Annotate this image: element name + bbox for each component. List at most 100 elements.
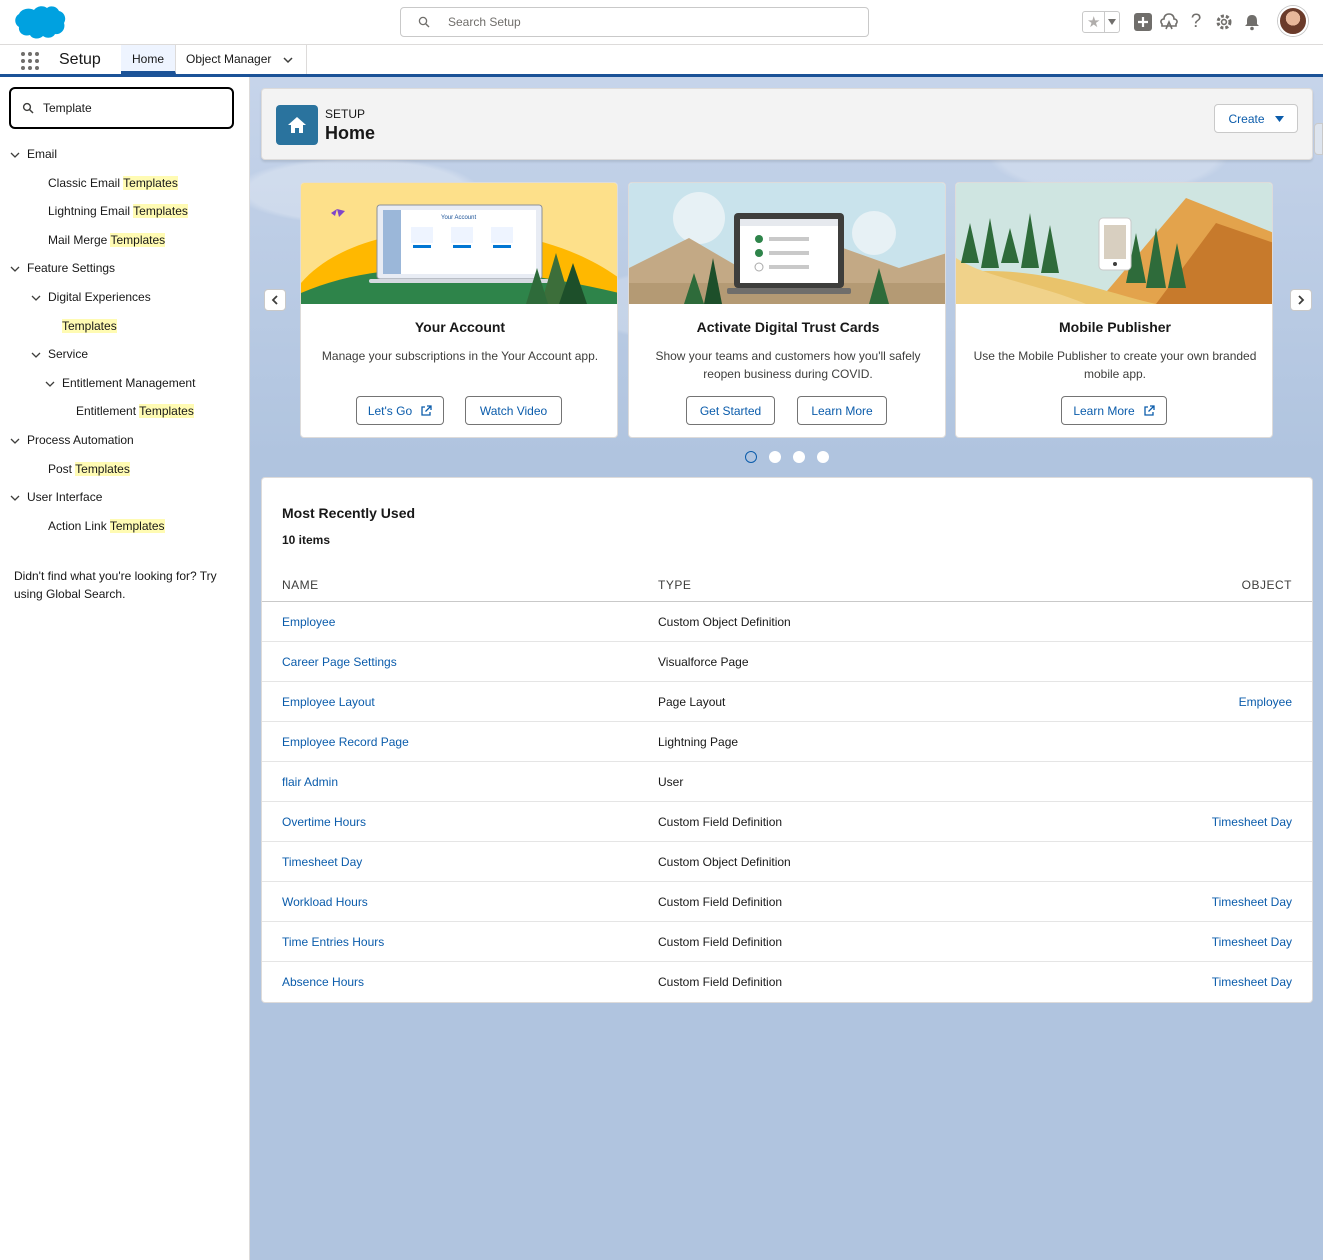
card-title: Activate Digital Trust Cards [696, 319, 880, 335]
carousel-previous-button[interactable] [264, 289, 286, 311]
row-name-link[interactable]: Absence Hours [282, 975, 364, 989]
global-search-input[interactable] [446, 13, 846, 31]
global-search[interactable] [400, 7, 869, 37]
row-name-link[interactable]: Timesheet Day [282, 855, 362, 869]
row-type: Custom Field Definition [658, 895, 783, 909]
tree-item-label: User Interface [27, 490, 103, 505]
chevron-down-icon[interactable] [10, 436, 20, 446]
tab-object-manager[interactable]: Object Manager [176, 45, 307, 74]
chevron-down-icon[interactable] [45, 379, 55, 389]
not-found-hint: Didn't find what you're looking for? Try… [14, 569, 217, 601]
digital-trust-cards-illustration [629, 183, 945, 304]
main-content: SETUP Home Create Your Account Your Acco… [250, 77, 1323, 1260]
row-name-link[interactable]: Career Page Settings [282, 655, 397, 669]
mru-table-header: NAME TYPE OBJECT [262, 570, 1312, 602]
row-name-link[interactable]: Employee [282, 615, 335, 629]
salesforce-logo[interactable] [12, 5, 66, 39]
card-title: Mobile Publisher [1058, 319, 1171, 335]
chevron-down-icon[interactable] [283, 57, 293, 64]
tree-item[interactable]: Email [10, 147, 58, 161]
watch-video-button[interactable]: Watch Video [465, 396, 562, 425]
carousel-dot-1[interactable] [745, 451, 757, 463]
tree-item[interactable]: Service [31, 347, 89, 362]
user-avatar[interactable] [1278, 6, 1308, 36]
carousel-next-button[interactable] [1290, 289, 1312, 311]
row-object-link[interactable]: Timesheet Day [1212, 975, 1292, 989]
card-description: Use the Mobile Publisher to create your … [973, 349, 1257, 381]
learn-more-button[interactable]: Learn More [797, 396, 887, 425]
chevron-down-icon[interactable] [10, 264, 20, 274]
tree-item[interactable]: Entitlement Management [45, 376, 195, 390]
row-name-link[interactable]: flair Admin [282, 775, 338, 789]
trailhead-icon[interactable] [1158, 11, 1180, 33]
row-name-link[interactable]: Employee Record Page [282, 735, 409, 749]
page-header: SETUP Home Create [261, 88, 1313, 160]
tree-item-label: Service [48, 347, 89, 362]
row-name-link[interactable]: Workload Hours [282, 895, 368, 909]
tree-item[interactable]: Classic Email Templates [48, 175, 178, 190]
tree-item[interactable]: Templates [62, 318, 117, 333]
favorites-dropdown-icon[interactable] [1104, 12, 1119, 32]
chevron-down-icon[interactable] [10, 150, 20, 160]
create-button[interactable]: Create [1214, 104, 1298, 133]
tree-item[interactable]: User Interface [10, 490, 103, 505]
mobile-publisher-illustration [956, 183, 1272, 304]
search-match-highlight: Templates [123, 175, 178, 190]
search-match-highlight: Templates [109, 518, 165, 533]
carousel-dot-2[interactable] [769, 451, 781, 463]
app-launcher-icon[interactable] [21, 52, 39, 70]
learn-more-button[interactable]: Learn More [1061, 396, 1167, 425]
chevron-down-icon[interactable] [31, 350, 41, 360]
global-actions-add-icon[interactable] [1132, 11, 1154, 33]
tree-item[interactable]: Action Link Templates [48, 518, 165, 533]
create-button-label: Create [1228, 111, 1265, 126]
tree-item[interactable]: Entitlement Templates [76, 404, 194, 419]
row-name-link[interactable]: Time Entries Hours [282, 935, 384, 949]
row-name-link[interactable]: Overtime Hours [282, 815, 366, 829]
table-row: Absence Hours Custom Field Definition Time… [262, 962, 1312, 1002]
chevron-down-icon[interactable] [10, 493, 20, 503]
tree-item[interactable]: Digital Experiences [31, 290, 151, 304]
side-panel-toggle[interactable] [1314, 123, 1323, 155]
quick-find-box[interactable] [9, 87, 234, 129]
search-icon [418, 16, 430, 28]
row-object-link[interactable]: Timesheet Day [1212, 895, 1292, 909]
tree-item[interactable]: Lightning Email Templates [48, 204, 188, 219]
tree-item[interactable]: Mail Merge Templates [48, 232, 166, 247]
tree-item-label: Feature Settings [27, 261, 116, 276]
quick-find-input[interactable] [41, 99, 221, 117]
notifications-bell-icon[interactable] [1241, 11, 1263, 33]
row-object-link[interactable]: Timesheet Day [1212, 935, 1292, 949]
learn-more-button-label: Learn More [1073, 403, 1135, 418]
chevron-down-icon[interactable] [31, 293, 41, 303]
setup-gear-icon[interactable] [1213, 11, 1235, 33]
tree-item[interactable]: Feature Settings [10, 261, 116, 276]
watch-video-button-label: Watch Video [479, 403, 548, 418]
column-header-object: OBJECT [1241, 578, 1292, 592]
row-name-link[interactable]: Employee Layout [282, 695, 375, 709]
row-object-link[interactable]: Timesheet Day [1212, 815, 1292, 829]
table-row: Timesheet Day Custom Object Definition [262, 842, 1312, 882]
lets-go-button-label: Let's Go [367, 403, 413, 418]
chevron-left-icon [271, 295, 278, 305]
tab-object-manager-label: Object Manager [186, 52, 272, 66]
get-started-button[interactable]: Get Started [686, 396, 775, 425]
lets-go-button[interactable]: Let's Go [356, 396, 444, 425]
card-description: Show your teams and customers how you'll… [655, 349, 921, 381]
tree-item-label: Email [27, 147, 58, 161]
table-row: Employee Layout Page Layout Employee [262, 682, 1312, 722]
row-type: Lightning Page [658, 735, 739, 749]
help-icon[interactable]: ? [1185, 11, 1207, 33]
carousel-dot-3[interactable] [793, 451, 805, 463]
tree-item[interactable]: Process Automation [10, 433, 134, 447]
tab-home[interactable]: Home [121, 45, 176, 74]
favorites-star-icon[interactable]: ★ [1083, 12, 1104, 32]
carousel-dot-4[interactable] [817, 451, 829, 463]
tree-item-label: Mail Merge [48, 232, 111, 247]
mru-item-count: 10 items [282, 533, 331, 547]
search-match-highlight: Templates [139, 404, 194, 419]
row-object-link[interactable]: Employee [1239, 695, 1292, 709]
tree-item-label: Entitlement [76, 404, 140, 419]
tree-item[interactable]: Post Templates [48, 461, 130, 476]
carousel-card-mobile-publisher: Mobile Publisher Use the Mobile Publishe… [955, 182, 1273, 438]
